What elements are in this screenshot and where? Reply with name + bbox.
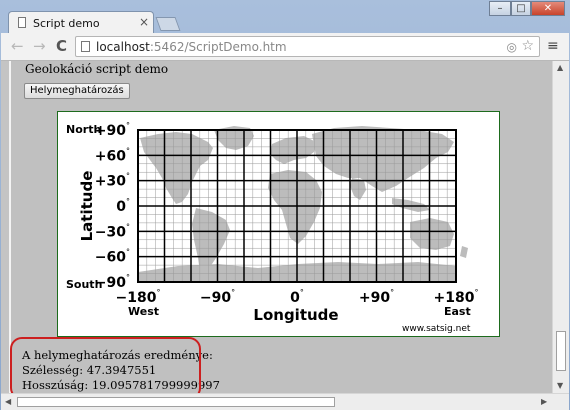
tab-close-icon[interactable]: ×	[139, 15, 149, 29]
locate-button[interactable]: Helymeghatározás	[24, 83, 130, 99]
results-highlight	[10, 337, 201, 393]
vertical-scroll-thumb[interactable]	[556, 331, 566, 371]
page-heading: Geolokáció script demo	[25, 62, 169, 76]
south-label: South	[66, 278, 102, 291]
latitude-tick-label: −60°	[95, 248, 130, 266]
toolbar: ← → C localhost:5462/ScriptDemo.htm ◎ ☆ …	[1, 33, 569, 61]
longitude-tick-label: +180°	[434, 288, 479, 306]
longitude-tick-label: +90°	[359, 288, 394, 306]
latitude-tick-label: 0°	[116, 197, 130, 215]
lon-tick-labels: −180° −90° 0° +90° +180°	[116, 288, 479, 306]
world-map-image: +90° +60° +30° 0° −30° −60° −90° −180° −90° 0° +9…	[57, 111, 500, 337]
latitude-axis-label: Latitude	[78, 171, 96, 242]
url-path: :5462/ScriptDemo.htm	[149, 40, 287, 54]
browser-tab[interactable]: Script demo ×	[8, 11, 154, 33]
address-bar[interactable]: localhost:5462/ScriptDemo.htm ◎ ☆	[75, 36, 540, 57]
credit-text: www.satsig.net	[402, 324, 471, 334]
minimize-button[interactable]: –	[489, 1, 511, 16]
latitude-tick-label: +30°	[95, 172, 130, 190]
page-viewport: Geolokáció script demo Helymeghatározás	[1, 61, 569, 393]
scroll-left-icon[interactable]: ◀	[5, 397, 11, 406]
forward-icon[interactable]: →	[33, 38, 46, 54]
tab-title: Script demo	[33, 17, 100, 30]
longitude-axis-label: Longitude	[253, 306, 338, 324]
location-icon[interactable]: ◎	[507, 40, 517, 54]
horizontal-scroll-thumb[interactable]	[17, 397, 335, 407]
scroll-down-icon[interactable]: ▼	[557, 381, 563, 390]
scroll-up-icon[interactable]: ▲	[557, 63, 563, 72]
page-icon	[81, 41, 90, 52]
longitude-tick-label: −90°	[200, 288, 235, 306]
world-map-svg: +90° +60° +30° 0° −30° −60° −90° −180° −90° 0° +9…	[66, 121, 479, 334]
url-host: localhost	[96, 40, 150, 54]
close-window-button[interactable]: ✕	[531, 1, 565, 16]
page-icon	[18, 17, 26, 28]
latitude-tick-label: −30°	[95, 222, 130, 240]
east-label: East	[444, 305, 471, 318]
longitude-tick-label: 0°	[290, 288, 304, 306]
maximize-button[interactable]: □	[511, 1, 531, 16]
landmasses	[138, 126, 468, 282]
browser-window: – □ ✕ Script demo × ← → C localhost:5462…	[0, 0, 570, 410]
back-icon[interactable]: ←	[11, 38, 24, 54]
north-label: North	[66, 123, 101, 136]
vertical-scrollbar[interactable]: ▲ ▼	[552, 61, 569, 393]
longitude-tick-label: −180°	[116, 288, 161, 306]
lat-tick-labels: +90°+60°+30°0°−30°−60°−90°	[95, 121, 130, 291]
latitude-tick-label: +60°	[95, 146, 130, 164]
horizontal-scrollbar[interactable]: ◀ ▶	[1, 393, 569, 410]
reload-icon[interactable]: C	[56, 38, 67, 54]
new-tab-button[interactable]	[155, 17, 181, 31]
scroll-right-icon[interactable]: ▶	[541, 397, 547, 406]
bookmark-star-icon[interactable]: ☆	[521, 38, 534, 54]
menu-icon[interactable]: ≡	[547, 39, 559, 53]
west-label: West	[128, 305, 159, 318]
url-text: localhost:5462/ScriptDemo.htm	[96, 40, 287, 54]
